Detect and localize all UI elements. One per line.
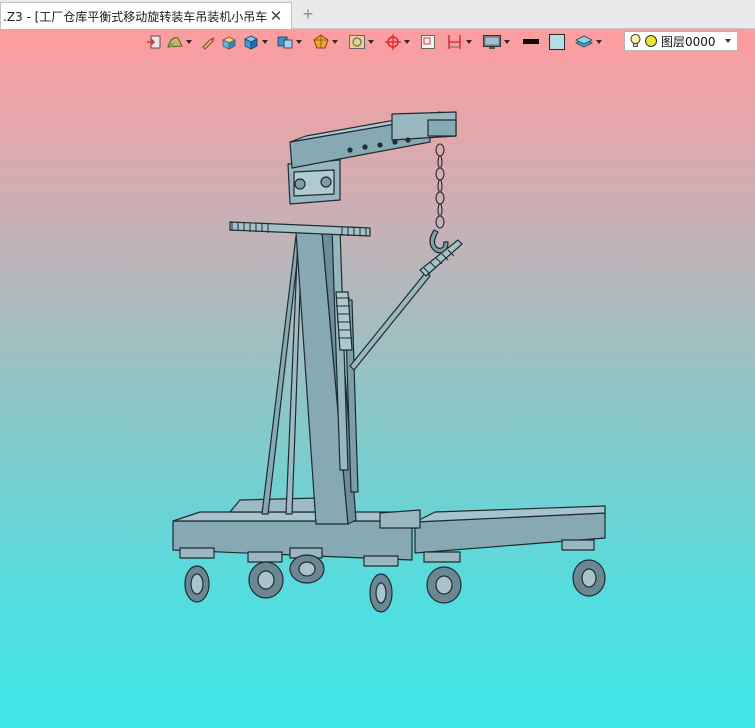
lifting-chain <box>435 143 445 229</box>
caster-wheel <box>289 547 325 584</box>
caster-wheel <box>363 555 399 613</box>
document-tab-title: .Z3 - [工厂仓库平衡式移动旋转装车吊装机小吊车] <box>3 9 267 24</box>
caster-wheel <box>423 551 462 604</box>
caster-wheel <box>247 551 284 599</box>
close-tab-icon[interactable]: ✕ <box>267 7 285 25</box>
document-tab[interactable]: .Z3 - [工厂仓库平衡式移动旋转装车吊装机小吊车] ✕ <box>0 2 292 29</box>
caster-wheel <box>561 539 606 597</box>
document-tab-bar: .Z3 - [工厂仓库平衡式移动旋转装车吊装机小吊车] ✕ + <box>0 0 755 29</box>
leg-joint-plate <box>379 509 421 529</box>
new-tab-button[interactable]: + <box>298 4 318 24</box>
crane-3d-model[interactable] <box>0 29 755 728</box>
tie-rod <box>349 271 431 371</box>
3d-viewport[interactable]: 图层0000 <box>0 29 755 728</box>
caster-wheel <box>179 547 215 603</box>
